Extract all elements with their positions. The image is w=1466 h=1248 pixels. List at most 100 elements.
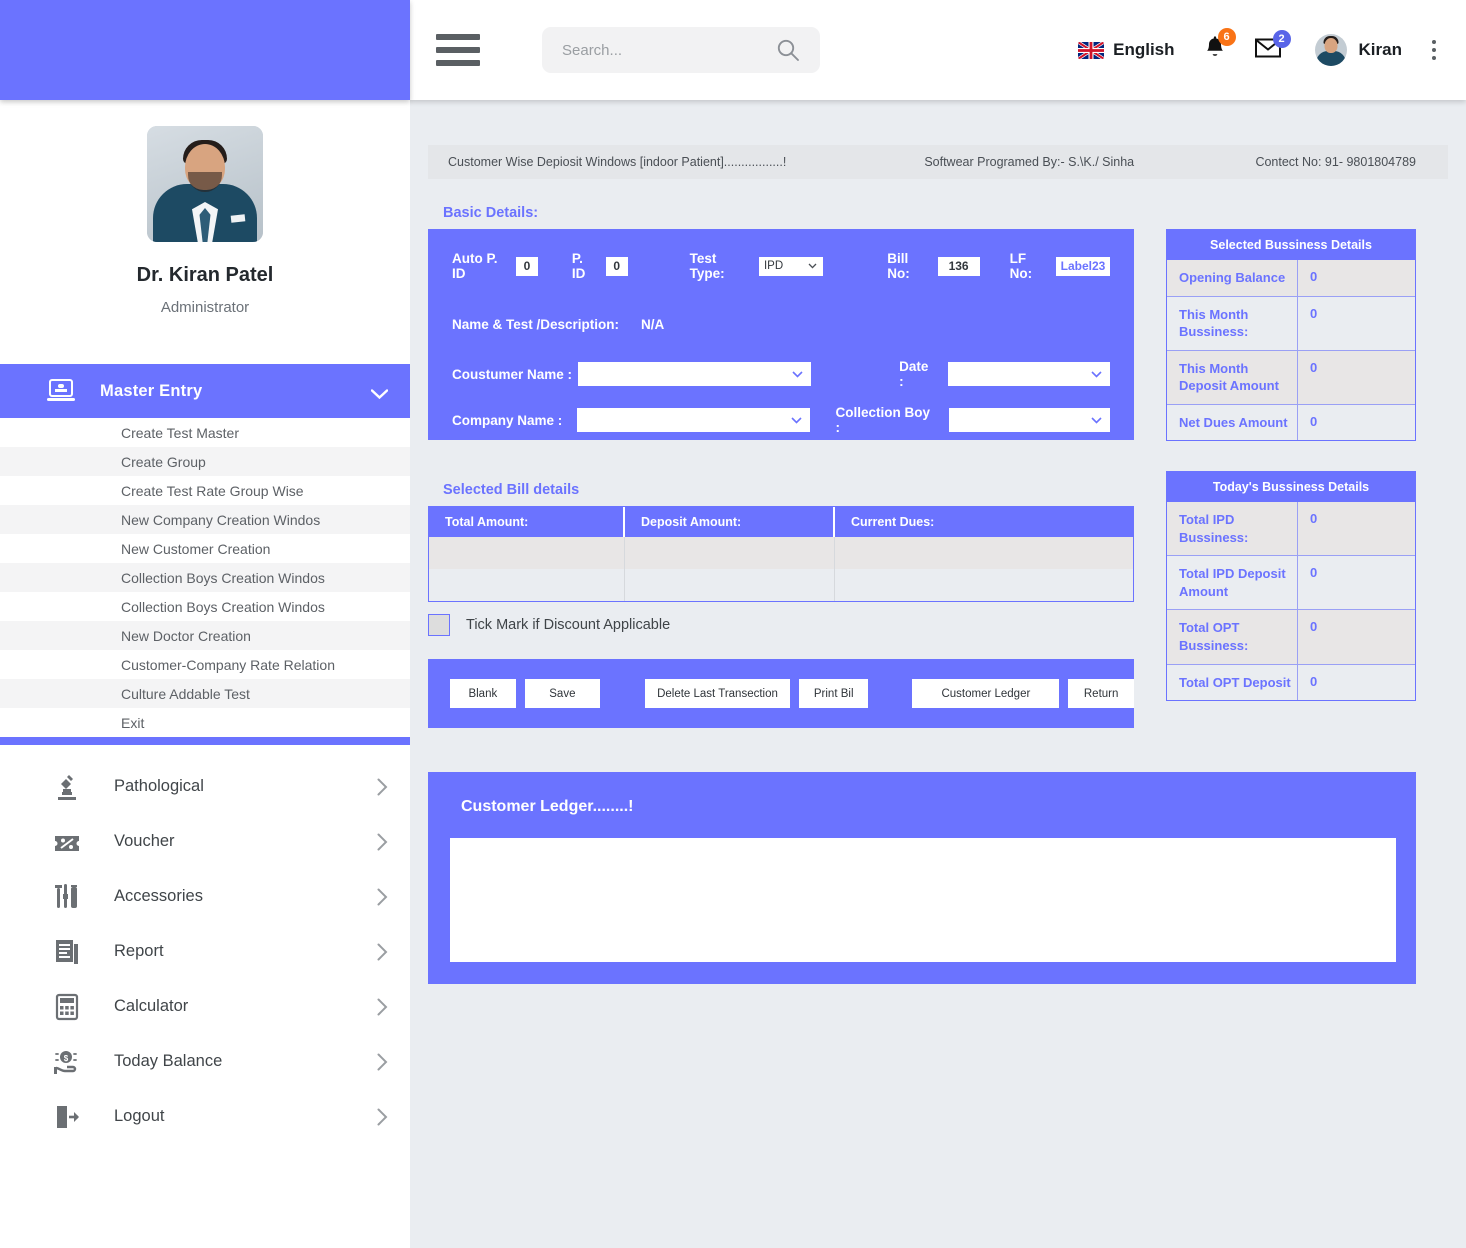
stat-label: Opening Balance (1167, 260, 1298, 296)
selected-business-title: Selected Bussiness Details (1167, 230, 1415, 260)
chevron-right-icon (377, 778, 388, 796)
submenu-item[interactable]: Collection Boys Creation Windos (0, 592, 410, 621)
collection-boy-select[interactable] (949, 408, 1110, 432)
blank-button[interactable]: Blank (450, 679, 516, 708)
profile-role: Administrator (160, 299, 250, 316)
customer-ledger-panel: Customer Ledger........! (428, 772, 1416, 984)
customer-ledger-button[interactable]: Customer Ledger (912, 679, 1060, 708)
sidebar-item-calculator[interactable]: Calculator (0, 979, 410, 1034)
submenu-item[interactable]: New Customer Creation (0, 534, 410, 563)
hamburger-menu-icon[interactable] (436, 34, 480, 66)
stat-row: Total OPT Bussiness: 0 (1167, 609, 1415, 664)
sidebar: Dr. Kiran Patel Administrator Master Ent… (0, 0, 410, 1248)
search-box[interactable] (542, 27, 820, 73)
topbar: English 6 2 (410, 0, 1466, 100)
submenu-item[interactable]: Collection Boys Creation Windos (0, 563, 410, 592)
search-input[interactable] (562, 41, 762, 59)
right-column: Selected Bussiness Details Opening Balan… (1166, 229, 1416, 728)
stat-value: 0 (1298, 502, 1415, 556)
today-business-title: Today's Bussiness Details (1167, 472, 1415, 503)
customer-name-label: Coustumer Name : (452, 366, 573, 382)
table-row[interactable] (429, 537, 1133, 569)
stat-row: Opening Balance 0 (1167, 260, 1415, 296)
report-document-icon (52, 937, 82, 967)
submenu-item[interactable]: Culture Addable Test (0, 679, 410, 708)
stat-value: 0 (1310, 673, 1318, 689)
table-row[interactable] (429, 569, 1133, 601)
submenu-item[interactable]: Exit (0, 708, 410, 737)
stat-label: Total OPT Bussiness: (1167, 610, 1298, 664)
cell-deposit-amount (625, 569, 835, 601)
date-label: Date : (899, 359, 929, 389)
save-button[interactable]: Save (524, 679, 601, 708)
customer-date-row: Coustumer Name : Date : (452, 359, 1110, 389)
ids-row: Auto P. ID 0 P. ID 0 Test Type: IPD Bill… (452, 251, 1110, 281)
chevron-right-icon (377, 998, 388, 1016)
stat-row: This Month Deposit Amount 0 (1167, 349, 1415, 404)
window-title: Customer Wise Depiosit Windows [indoor P… (448, 155, 787, 169)
submenu-item[interactable]: New Company Creation Windos (0, 505, 410, 534)
bill-no-value[interactable]: 136 (937, 256, 980, 276)
print-bill-button[interactable]: Print Bil (798, 679, 869, 708)
sidebar-item-logout[interactable]: Logout (0, 1089, 410, 1144)
customer-ledger-textarea[interactable] (450, 838, 1396, 962)
master-entry-label: Master Entry (100, 381, 203, 400)
stat-row: This Month Bussiness: 0 (1167, 295, 1415, 350)
bill-details-heading: Selected Bill details (443, 482, 580, 498)
sidebar-item-report[interactable]: Report (0, 924, 410, 979)
sidebar-nav: Pathological Voucher Accessories Report Calc… (0, 759, 410, 1144)
sidebar-item-pathological[interactable]: Pathological (0, 759, 410, 814)
messages-button[interactable]: 2 (1254, 29, 1291, 63)
name-test-label: Name & Test /Description: (452, 317, 620, 332)
return-button[interactable]: Return (1068, 679, 1134, 708)
delete-last-transaction-button[interactable]: Delete Last Transection (645, 679, 790, 708)
menu-divider (0, 737, 410, 745)
cell-total-amount (429, 569, 625, 601)
sidebar-item-label: Calculator (114, 997, 189, 1015)
name-test-value: N/A (641, 317, 665, 332)
submenu-item[interactable]: New Doctor Creation (0, 621, 410, 650)
auto-pid-value[interactable]: 0 (515, 256, 538, 276)
cell-deposit-amount (625, 537, 835, 569)
sidebar-item-label: Voucher (114, 832, 175, 850)
sidebar-item-voucher[interactable]: Voucher (0, 814, 410, 869)
sidebar-item-label: Accessories (114, 887, 203, 905)
voucher-percent-icon (52, 827, 82, 857)
submenu-item[interactable]: Create Group (0, 447, 410, 476)
column-header-deposit-amount: Deposit Amount: (625, 507, 835, 537)
customer-ledger-title: Customer Ledger........! (461, 798, 634, 815)
search-icon[interactable] (776, 38, 800, 62)
language-label: English (1113, 40, 1175, 59)
cell-current-dues (835, 569, 1133, 601)
chevron-right-icon (377, 833, 388, 851)
sidebar-item-accessories[interactable]: Accessories (0, 869, 410, 924)
lf-no-value[interactable]: Label23 (1055, 256, 1110, 276)
stat-row: Net Dues Amount 0 (1167, 403, 1415, 441)
submenu-item[interactable]: Customer-Company Rate Relation (0, 650, 410, 679)
lf-no-label: LF No: (1009, 251, 1033, 281)
profile-name: Dr. Kiran Patel (136, 264, 274, 286)
submenu-item[interactable]: Create Test Rate Group Wise (0, 476, 410, 505)
company-name-select[interactable] (577, 408, 810, 432)
stat-label: Total IPD Deposit Amount (1167, 556, 1298, 610)
sidebar-item-master-entry[interactable]: Master Entry (0, 364, 410, 418)
calculator-icon (52, 992, 82, 1022)
date-select[interactable] (948, 362, 1110, 386)
discount-checkbox[interactable] (428, 614, 450, 636)
sidebar-item-today-balance[interactable]: $ Today Balance (0, 1034, 410, 1089)
stat-label: This Month Bussiness: (1167, 296, 1298, 350)
test-type-select[interactable]: IPD (758, 256, 824, 276)
uk-flag-icon (1078, 41, 1105, 59)
user-menu[interactable]: Kiran (1314, 34, 1402, 66)
notifications-button[interactable]: 6 (1204, 27, 1236, 65)
chevron-down-icon (1091, 365, 1102, 383)
chevron-down-icon (370, 386, 389, 400)
today-business-details-table: Today's Bussiness Details Total IPD Buss… (1166, 471, 1416, 702)
sidebar-item-label: Report (114, 942, 164, 960)
discount-row: Tick Mark if Discount Applicable (428, 614, 1134, 636)
more-options-icon[interactable] (1432, 40, 1436, 60)
pid-value[interactable]: 0 (605, 256, 628, 276)
submenu-item[interactable]: Create Test Master (0, 418, 410, 447)
language-selector[interactable]: English (1078, 40, 1175, 60)
customer-name-select[interactable] (577, 362, 812, 386)
